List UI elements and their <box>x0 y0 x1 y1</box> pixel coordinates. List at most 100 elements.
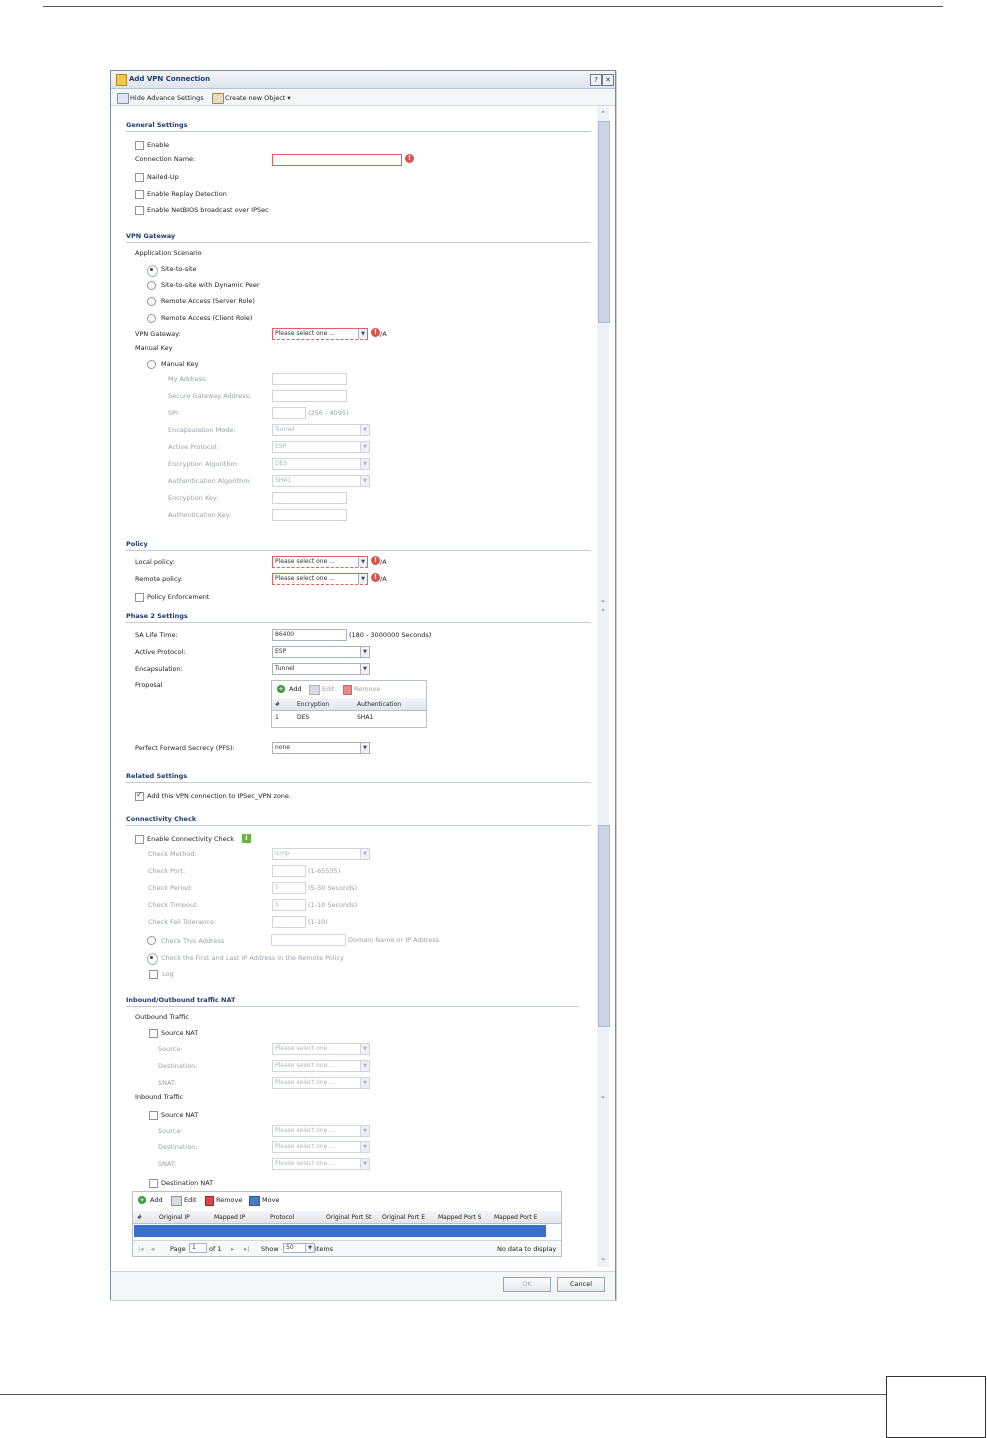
dialog-scrollbar[interactable]: ⌃ ⌄ ⌃ ⌄ ⌄ <box>597 107 610 1267</box>
nat-edit-button[interactable]: Edit <box>184 1196 197 1204</box>
next-page-icon[interactable]: ▸ <box>231 1245 234 1253</box>
hide-advanced-settings-button[interactable]: Hide Advance Settings <box>130 94 204 102</box>
pager-page-input[interactable]: 1 <box>189 1243 207 1253</box>
manual-key-radio[interactable] <box>147 360 156 369</box>
scroll-up-arrow-icon[interactable]: ⌃ <box>598 607 608 617</box>
column-header[interactable]: Encryption <box>297 701 329 708</box>
scroll-down-arrow-icon[interactable]: ⌄ <box>598 1253 608 1263</box>
info-icon[interactable]: i <box>242 834 251 843</box>
outbound-destination-select[interactable]: Please select one ... ▼ <box>272 1060 370 1072</box>
secure-gateway-input[interactable] <box>272 390 347 402</box>
inbound-source-nat-checkbox[interactable] <box>149 1111 158 1120</box>
authentication-key-input[interactable] <box>272 509 347 521</box>
proposal-grid-header: # Encryption Authentication <box>272 698 426 711</box>
check-this-address-radio[interactable] <box>147 936 156 945</box>
my-address-input[interactable] <box>272 373 347 385</box>
outbound-source-select[interactable]: Please select one ... ▼ <box>272 1043 370 1055</box>
netbios-checkbox[interactable] <box>135 206 144 215</box>
proposal-add-button[interactable]: Add <box>289 685 302 693</box>
dialog-titlebar: Add VPN Connection ? ✕ <box>111 71 615 89</box>
connection-name-input[interactable] <box>272 154 402 166</box>
check-fail-tolerance-input[interactable] <box>272 916 306 928</box>
add-to-zone-checkbox[interactable] <box>135 790 144 801</box>
chevron-down-icon: ▼ <box>358 329 367 339</box>
pager-show-select[interactable]: 50 ▼ <box>283 1243 315 1253</box>
column-header[interactable]: Original Port E <box>382 1214 436 1221</box>
check-timeout-input[interactable]: 5 <box>272 899 306 911</box>
column-header[interactable]: Protocol <box>270 1214 322 1221</box>
encapsulation-select[interactable]: Tunnel ▼ <box>272 663 370 675</box>
section-divider <box>126 1006 579 1007</box>
replay-detection-checkbox[interactable] <box>135 190 144 199</box>
encryption-algorithm-select[interactable]: DES ▼ <box>272 458 370 470</box>
outbound-source-nat-checkbox[interactable] <box>149 1029 158 1038</box>
authentication-algorithm-select[interactable]: SHA1 ▼ <box>272 475 370 487</box>
scenario-radio-client-role[interactable] <box>147 314 156 323</box>
check-method-select[interactable]: icmp ▼ <box>272 848 370 860</box>
vpn-gateway-select-value: Please select one ... <box>275 330 335 337</box>
column-header[interactable]: Mapped Port E <box>494 1214 548 1221</box>
column-header[interactable]: Original IP <box>159 1214 209 1221</box>
log-checkbox[interactable] <box>149 970 158 979</box>
create-new-object-menu[interactable]: Create new Object ▾ <box>225 94 291 102</box>
spi-range: (256 - 4095) <box>308 409 349 417</box>
enable-checkbox[interactable] <box>135 141 144 150</box>
column-header[interactable]: Original Port St <box>326 1214 380 1221</box>
policy-enforcement-checkbox[interactable] <box>135 593 144 602</box>
close-button[interactable]: ✕ <box>602 74 614 86</box>
object-icon <box>212 93 224 104</box>
proposal-remove-button[interactable]: Remove <box>354 685 380 693</box>
chevron-down-icon: ▼ <box>360 1044 369 1054</box>
ok-button[interactable]: OK <box>503 1277 551 1292</box>
check-port-input[interactable] <box>272 865 306 877</box>
chevron-down-icon: ▼ <box>360 442 369 452</box>
prev-page-icon[interactable]: ◂ <box>151 1245 154 1253</box>
check-address-input[interactable] <box>271 934 346 946</box>
check-period-input[interactable]: 5 <box>272 882 306 894</box>
scroll-thumb-lower[interactable] <box>598 825 610 1027</box>
pfs-select[interactable]: none ▼ <box>272 742 370 754</box>
active-protocol-select[interactable]: ESP ▼ <box>272 441 370 453</box>
check-first-last-radio[interactable] <box>147 953 158 965</box>
scenario-radio-server-role[interactable] <box>147 297 156 306</box>
inbound-source-select[interactable]: Please select one ... ▼ <box>272 1125 370 1137</box>
scroll-up-arrow-icon[interactable]: ⌃ <box>598 109 608 119</box>
nat-grid-selected-row[interactable] <box>134 1225 546 1237</box>
spi-input[interactable] <box>272 407 306 419</box>
sa-life-time-input[interactable]: 86400 <box>272 629 347 641</box>
column-header[interactable]: # <box>137 1214 153 1221</box>
scenario-radio-site-to-site[interactable] <box>147 265 158 277</box>
encapsulation-mode-select[interactable]: Tunnel ▼ <box>272 424 370 436</box>
na-text: /A <box>380 330 387 338</box>
nat-move-button[interactable]: Move <box>262 1196 279 1204</box>
help-button[interactable]: ? <box>590 74 602 86</box>
inbound-destination-select[interactable]: Please select one ... ▼ <box>272 1141 370 1153</box>
inbound-snat-select[interactable]: Please select one ... ▼ <box>272 1158 370 1170</box>
scroll-thumb[interactable] <box>598 121 610 323</box>
scenario-radio-dynamic-peer[interactable] <box>147 281 156 290</box>
cancel-button[interactable]: Cancel <box>557 1277 605 1292</box>
column-header[interactable]: Mapped Port S <box>438 1214 492 1221</box>
nat-add-button[interactable]: Add <box>150 1196 163 1204</box>
column-header[interactable]: Mapped IP <box>214 1214 264 1221</box>
destination-nat-checkbox[interactable] <box>149 1179 158 1188</box>
last-page-icon[interactable]: ▸| <box>244 1245 249 1253</box>
column-header[interactable]: Authentication <box>357 701 401 708</box>
remote-policy-select[interactable]: Please select one ... ▼ <box>272 573 368 585</box>
encryption-key-input[interactable] <box>272 492 347 504</box>
table-row[interactable]: 1 DES SHA1 <box>272 712 426 724</box>
vpn-gateway-select[interactable]: Please select one ... ▼ <box>272 328 368 340</box>
scroll-down-arrow-icon[interactable]: ⌄ <box>598 1091 608 1101</box>
column-header[interactable]: # <box>275 701 280 708</box>
nailed-up-checkbox[interactable] <box>135 173 144 182</box>
local-policy-select[interactable]: Please select one ... ▼ <box>272 556 368 568</box>
first-page-icon[interactable]: |◂ <box>138 1245 143 1253</box>
enable-connectivity-check-checkbox[interactable] <box>135 835 144 844</box>
outbound-snat-select[interactable]: Please select one ... ▼ <box>272 1077 370 1089</box>
scroll-down-arrow-icon[interactable]: ⌄ <box>598 595 608 605</box>
phase2-heading: Phase 2 Settings <box>126 612 188 620</box>
chevron-down-icon: ▼ <box>358 557 367 567</box>
nat-remove-button[interactable]: Remove <box>216 1196 242 1204</box>
proposal-edit-button[interactable]: Edit <box>322 685 335 693</box>
phase2-active-protocol-select[interactable]: ESP ▼ <box>272 646 370 658</box>
